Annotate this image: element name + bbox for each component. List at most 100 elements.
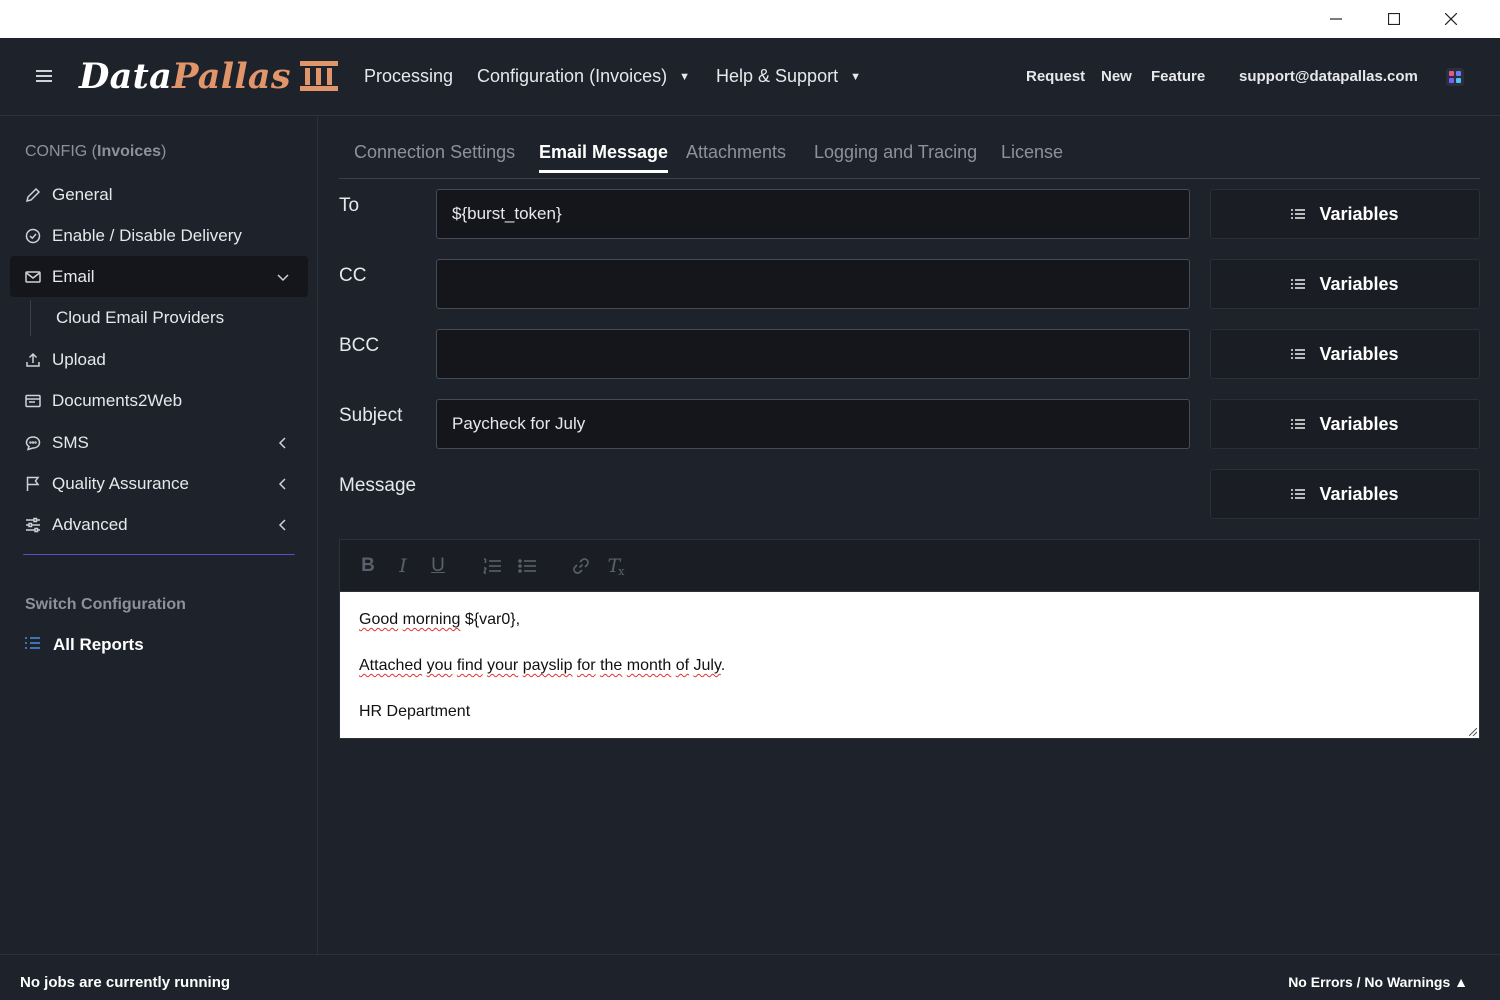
nav-configuration-dropdown[interactable]: Configuration (Invoices) ▼ bbox=[477, 66, 690, 87]
underline-icon[interactable]: U bbox=[428, 555, 448, 576]
sidebar-item-upload[interactable]: Upload bbox=[10, 339, 308, 380]
envelope-icon bbox=[25, 269, 41, 285]
message-line: Good morning ${var0}, bbox=[359, 609, 1460, 655]
tab-license[interactable]: License bbox=[1001, 142, 1063, 173]
tab-email-message[interactable]: Email Message bbox=[539, 142, 669, 173]
app-header: Data Pallas Processing Configuration (Inv… bbox=[0, 38, 1500, 116]
sidebar-item-advanced[interactable]: Advanced bbox=[10, 504, 308, 545]
chevron-down-icon bbox=[276, 269, 290, 289]
chevron-left-icon bbox=[276, 476, 290, 496]
list-icon bbox=[1291, 488, 1306, 500]
request-link[interactable]: Request bbox=[1026, 68, 1085, 85]
config-heading: CONFIG (Invoices) bbox=[25, 143, 166, 161]
sidebar-item-label: General bbox=[52, 184, 113, 204]
subject-variables-button[interactable]: Variables bbox=[1210, 399, 1480, 449]
ordered-list-icon[interactable] bbox=[482, 556, 502, 576]
subject-input[interactable] bbox=[436, 399, 1190, 449]
app-logo[interactable]: Data Pallas bbox=[79, 54, 339, 98]
variables-label: Variables bbox=[1319, 273, 1399, 294]
tab-connection-settings[interactable]: Connection Settings bbox=[354, 142, 515, 173]
link-icon[interactable] bbox=[571, 556, 591, 576]
sidebar-item-label: Email bbox=[52, 266, 95, 286]
bold-icon[interactable]: B bbox=[358, 555, 378, 576]
sidebar-item-sms[interactable]: SMS bbox=[10, 422, 308, 463]
message-label: Message bbox=[339, 475, 417, 496]
chevron-left-icon bbox=[276, 435, 290, 455]
minimize-button[interactable] bbox=[1308, 0, 1364, 38]
to-label: To bbox=[339, 195, 360, 216]
bcc-variables-button[interactable]: Variables bbox=[1210, 329, 1480, 379]
config-heading-name: Invoices bbox=[97, 143, 162, 160]
bcc-label: BCC bbox=[339, 335, 380, 356]
variables-label: Variables bbox=[1319, 413, 1399, 434]
config-tabs: Connection Settings Email Message Attach… bbox=[339, 117, 1480, 179]
feature-link[interactable]: Feature bbox=[1151, 68, 1205, 85]
sidebar-item-label: Enable / Disable Delivery bbox=[52, 225, 242, 245]
all-reports-link[interactable]: All Reports bbox=[25, 635, 144, 655]
support-email-link[interactable]: support@datapallas.com bbox=[1239, 68, 1418, 85]
message-line: Attached you find your payslip for the m… bbox=[359, 655, 1460, 701]
message-word: month bbox=[626, 657, 672, 674]
cc-input[interactable] bbox=[436, 259, 1190, 309]
sidebar-divider bbox=[23, 554, 295, 556]
subject-label: Subject bbox=[339, 405, 403, 426]
italic-icon[interactable]: I bbox=[393, 555, 413, 577]
clear-format-icon[interactable]: Tx bbox=[606, 555, 626, 578]
variables-label: Variables bbox=[1319, 483, 1399, 504]
nav-processing[interactable]: Processing bbox=[364, 66, 453, 87]
close-button[interactable] bbox=[1423, 0, 1479, 38]
sliders-icon bbox=[25, 517, 41, 533]
sidebar-item-label: Quality Assurance bbox=[52, 473, 190, 493]
message-body[interactable]: Good morning ${var0}, Attached you find … bbox=[340, 592, 1479, 764]
hamburger-menu-icon[interactable] bbox=[36, 70, 52, 84]
pencil-icon bbox=[25, 187, 41, 203]
sidebar-item-delivery[interactable]: Enable / Disable Delivery bbox=[10, 215, 308, 256]
errors-warnings-status[interactable]: No Errors / No Warnings ▲ bbox=[1288, 974, 1468, 990]
caret-down-icon: ▼ bbox=[679, 71, 690, 83]
sidebar-item-documents2web[interactable]: Documents2Web bbox=[10, 380, 308, 421]
nav-help-label: Help & Support bbox=[716, 66, 839, 86]
sidebar-item-label: Cloud Email Providers bbox=[56, 308, 225, 327]
resize-handle-icon[interactable] bbox=[1469, 728, 1477, 736]
nav-processing-label: Processing bbox=[364, 66, 454, 86]
sidebar-item-quality-assurance[interactable]: Quality Assurance bbox=[10, 463, 308, 504]
message-word: . bbox=[720, 657, 726, 674]
message-word: your bbox=[487, 657, 519, 674]
bcc-input[interactable] bbox=[436, 329, 1190, 379]
list-icon bbox=[25, 635, 41, 655]
maximize-button[interactable] bbox=[1366, 0, 1422, 38]
logo-text-data: Data bbox=[79, 55, 173, 97]
sidebar-item-email[interactable]: Email bbox=[10, 256, 308, 297]
caret-down-icon: ▼ bbox=[850, 71, 861, 83]
nav-help-dropdown[interactable]: Help & Support ▼ bbox=[716, 66, 861, 87]
message-word: July bbox=[693, 657, 721, 674]
minimize-icon bbox=[1330, 18, 1342, 20]
tab-logging-and-tracing[interactable]: Logging and Tracing bbox=[814, 142, 977, 173]
status-bar: No jobs are currently running No Errors … bbox=[0, 954, 1500, 1000]
logo-columns-icon bbox=[299, 61, 338, 91]
cc-label: CC bbox=[339, 265, 367, 286]
message-word: Good bbox=[359, 611, 399, 628]
sidebar-item-cloud-email-providers[interactable]: Cloud Email Providers bbox=[30, 300, 308, 336]
variables-label: Variables bbox=[1319, 203, 1399, 224]
new-link[interactable]: New bbox=[1101, 68, 1132, 85]
message-word: of bbox=[675, 657, 690, 674]
sidebar-item-general[interactable]: General bbox=[10, 174, 308, 215]
sidebar-item-label: Upload bbox=[52, 349, 106, 369]
sidebar-item-label: SMS bbox=[52, 432, 89, 452]
jobs-status: No jobs are currently running bbox=[20, 974, 231, 991]
message-variables-button[interactable]: Variables bbox=[1210, 469, 1480, 519]
to-input[interactable] bbox=[436, 189, 1190, 239]
cc-variables-button[interactable]: Variables bbox=[1210, 259, 1480, 309]
message-word: the bbox=[600, 657, 623, 674]
tab-attachments[interactable]: Attachments bbox=[686, 142, 786, 173]
maximize-icon bbox=[1388, 13, 1400, 25]
all-reports-label: All Reports bbox=[53, 635, 144, 654]
apps-icon[interactable] bbox=[1446, 68, 1464, 86]
to-variables-button[interactable]: Variables bbox=[1210, 189, 1480, 239]
bullet-list-icon[interactable] bbox=[517, 556, 537, 576]
flag-icon bbox=[25, 476, 41, 492]
message-word: Attached bbox=[359, 657, 423, 674]
close-icon bbox=[1445, 13, 1457, 25]
check-circle-icon bbox=[25, 228, 41, 244]
